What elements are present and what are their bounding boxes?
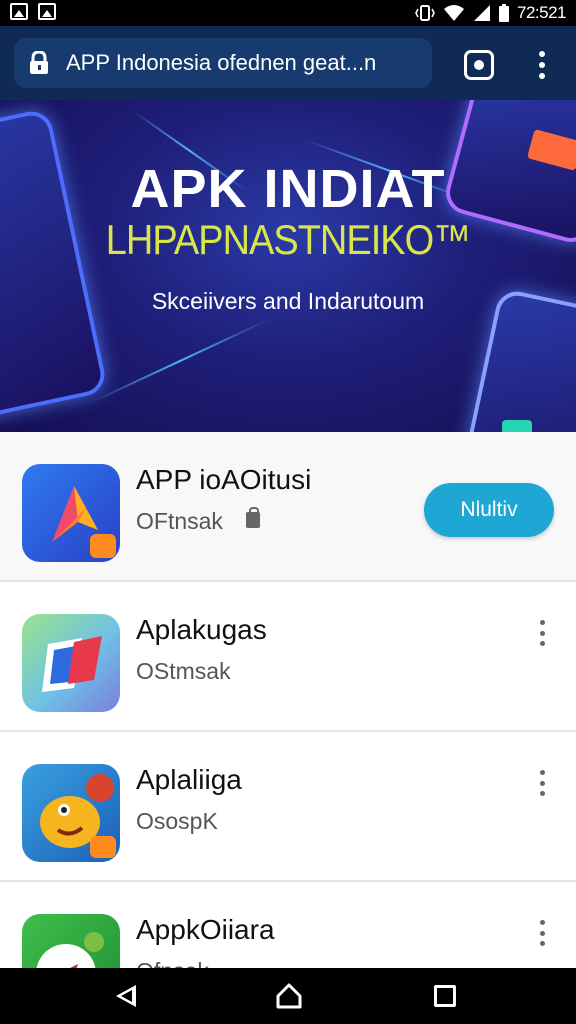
home-icon[interactable] bbox=[276, 983, 302, 1009]
arrow-logo-icon bbox=[22, 464, 120, 562]
more-options-icon[interactable] bbox=[536, 620, 548, 646]
battery-icon bbox=[499, 4, 509, 22]
list-item[interactable]: Aplaliiga OsospK bbox=[0, 732, 576, 882]
notification-icons bbox=[10, 3, 56, 20]
app-subtitle: OStmsak bbox=[136, 658, 231, 684]
decorative-shape bbox=[502, 420, 532, 432]
signal-icon bbox=[474, 5, 490, 21]
cards-logo-icon bbox=[22, 614, 120, 712]
app-subtitle: OsospK bbox=[136, 808, 218, 834]
banner-subtitle: LHPAPNASTNEIKO™ bbox=[105, 217, 471, 265]
list-item[interactable]: APP ioAOitusi OFtnsak Nlultiv bbox=[0, 432, 576, 582]
wifi-icon bbox=[444, 5, 464, 21]
banner-tagline: Skceiivers and Indarutoum bbox=[151, 288, 425, 314]
app-name: Aplakugas bbox=[136, 614, 267, 645]
tab-indicator bbox=[474, 60, 484, 70]
bird-logo-icon bbox=[22, 914, 120, 968]
list-item[interactable]: Aplakugas OStmsak bbox=[0, 582, 576, 732]
system-nav-bar bbox=[0, 968, 576, 1024]
cartoon-creature-icon bbox=[22, 764, 120, 862]
banner-title: APK INDIAT bbox=[130, 159, 446, 219]
vibrate-icon bbox=[415, 5, 435, 21]
tab-switcher-icon[interactable] bbox=[464, 50, 494, 80]
browser-toolbar: APP Indonesia ofednen geat...n bbox=[0, 26, 576, 100]
url-text[interactable]: APP Indonesia ofednen geat...n bbox=[66, 50, 416, 76]
image-icon bbox=[38, 3, 56, 20]
image-icon bbox=[10, 3, 28, 20]
lock-icon bbox=[30, 51, 48, 74]
more-options-icon[interactable] bbox=[536, 920, 548, 946]
address-bar[interactable]: APP Indonesia ofednen geat...n bbox=[14, 38, 432, 88]
status-bar: 72:521 bbox=[0, 0, 576, 26]
decorative-line bbox=[88, 317, 272, 405]
app-name: APP ioAOitusi bbox=[136, 464, 312, 495]
app-subtitle: Ofnsak bbox=[136, 958, 209, 968]
hero-banner[interactable]: APK INDIAT LHPAPNASTNEIKO™ Skceiivers an… bbox=[0, 100, 576, 432]
system-icons: 72:521 bbox=[415, 3, 567, 23]
app-list: APP ioAOitusi OFtnsak Nlultiv Aplakugas … bbox=[0, 432, 576, 968]
app-name: AppkOiiara bbox=[136, 914, 275, 945]
overflow-menu-icon[interactable] bbox=[532, 48, 552, 82]
list-item[interactable]: AppkOiiara Ofnsak bbox=[0, 882, 576, 968]
install-button[interactable]: Nlultiv bbox=[424, 483, 554, 537]
app-name: Aplaliiga bbox=[136, 764, 242, 795]
app-subtitle: OFtnsak bbox=[136, 508, 223, 534]
back-icon[interactable] bbox=[116, 985, 136, 1007]
status-time: 72:521 bbox=[517, 3, 567, 22]
more-options-icon[interactable] bbox=[536, 770, 548, 796]
recents-icon[interactable] bbox=[434, 985, 456, 1007]
shopping-bag-icon bbox=[246, 507, 260, 528]
